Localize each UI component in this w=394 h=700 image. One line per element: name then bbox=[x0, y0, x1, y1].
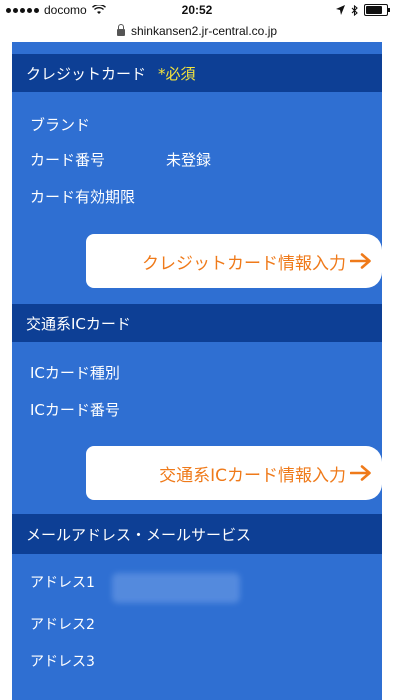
url-bar[interactable]: shinkansen2.jr-central.co.jp bbox=[0, 20, 394, 42]
battery-icon bbox=[364, 4, 390, 16]
location-icon bbox=[336, 5, 345, 15]
brand-row: ブランド bbox=[30, 114, 90, 135]
redacted-address bbox=[112, 573, 240, 603]
address1-label: アドレス1 bbox=[30, 575, 95, 591]
ic-card-header: 交通系ICカード bbox=[12, 304, 382, 342]
card-number-row: カード番号 未登録 bbox=[30, 149, 211, 170]
card-number-value: 未登録 bbox=[166, 151, 212, 169]
ic-number-row: ICカード番号 bbox=[30, 399, 120, 420]
address3-row: アドレス3 bbox=[30, 651, 95, 671]
address2-row: アドレス2 bbox=[30, 614, 95, 634]
lock-icon bbox=[116, 24, 125, 36]
signal-icon bbox=[6, 7, 39, 13]
credit-card-header: クレジットカード *必須 bbox=[12, 54, 382, 92]
brand-label: ブランド bbox=[30, 116, 91, 134]
mail-title: メールアドレス・メールサービス bbox=[26, 525, 252, 544]
arrow-right-icon bbox=[350, 253, 371, 269]
credit-card-button-label: クレジットカード情報入力 bbox=[142, 253, 346, 274]
bluetooth-icon bbox=[351, 4, 358, 16]
status-bar: docomo 20:52 bbox=[0, 0, 394, 20]
card-expiry-row: カード有効期限 bbox=[30, 186, 135, 207]
mail-header: メールアドレス・メールサービス bbox=[12, 514, 382, 554]
content-panel: クレジットカード *必須 ブランド カード番号 未登録 カード有効期限 クレジッ… bbox=[12, 42, 382, 700]
ic-type-row: ICカード種別 bbox=[30, 362, 120, 383]
required-badge: *必須 bbox=[158, 64, 196, 83]
credit-card-input-button[interactable]: クレジットカード情報入力 bbox=[86, 234, 382, 288]
ic-type-label: ICカード種別 bbox=[30, 364, 120, 382]
credit-card-title: クレジットカード bbox=[26, 64, 147, 83]
wifi-icon bbox=[91, 5, 106, 14]
url-domain: shinkansen2.jr-central.co.jp bbox=[130, 24, 278, 38]
arrow-right-icon bbox=[350, 465, 371, 481]
address3-label: アドレス3 bbox=[30, 654, 95, 670]
ic-number-label: ICカード番号 bbox=[30, 401, 120, 419]
address1-row: アドレス1 bbox=[30, 572, 95, 592]
carrier-label: docomo bbox=[44, 3, 87, 17]
address2-label: アドレス2 bbox=[30, 617, 95, 633]
ic-card-button-label: 交通系ICカード情報入力 bbox=[159, 465, 346, 486]
card-expiry-label: カード有効期限 bbox=[30, 188, 136, 206]
ic-card-title: 交通系ICカード bbox=[26, 314, 131, 333]
status-right bbox=[336, 4, 390, 16]
card-number-label: カード番号 bbox=[30, 151, 106, 169]
status-left: docomo bbox=[6, 3, 106, 17]
ic-card-input-button[interactable]: 交通系ICカード情報入力 bbox=[86, 446, 382, 500]
